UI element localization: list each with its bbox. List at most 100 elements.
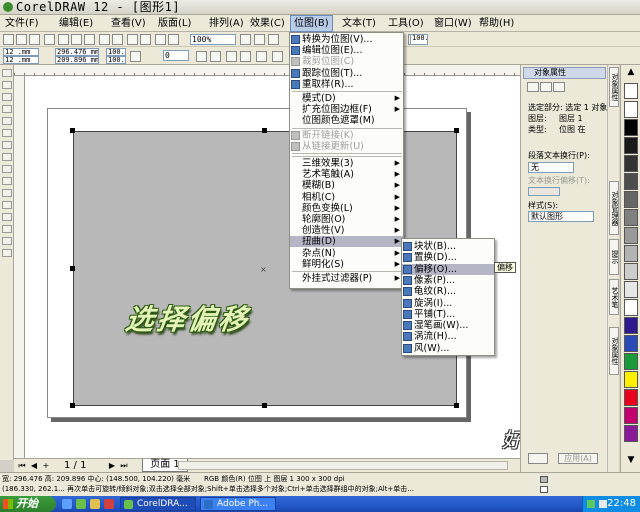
open-icon[interactable]: [16, 34, 27, 45]
distort-menu-item[interactable]: 像素(P)...: [402, 275, 494, 286]
wrap-paragraph-select[interactable]: 无: [528, 162, 574, 173]
outline-tool-icon[interactable]: [2, 225, 12, 233]
export-icon[interactable]: [140, 34, 151, 45]
bitmaps-menu-item[interactable]: 杂点(N) ▶: [290, 248, 403, 259]
bitmaps-menu-item[interactable]: 三维效果(3) ▶: [290, 158, 403, 169]
text-tool-icon[interactable]: [2, 189, 12, 197]
cut-icon[interactable]: [58, 34, 69, 45]
menu-help[interactable]: 帮助(H): [476, 15, 517, 32]
tray-volume-icon[interactable]: [599, 500, 607, 508]
redo-icon[interactable]: [112, 34, 123, 45]
rectangle-tool-icon[interactable]: [2, 141, 12, 149]
menu-arrange[interactable]: 排列(A): [206, 15, 247, 32]
palette-scroll-up-icon[interactable]: ▲: [624, 67, 638, 81]
start-button[interactable]: 开始: [0, 496, 56, 512]
scale-x-input[interactable]: 100.0: [106, 48, 126, 56]
freehand-tool-icon[interactable]: [2, 117, 12, 125]
apply-button[interactable]: 应用(A): [558, 453, 598, 464]
quicklaunch-corel-icon[interactable]: [76, 499, 86, 509]
color-swatch[interactable]: [624, 227, 638, 244]
prev-page-icon[interactable]: ◀: [30, 461, 38, 470]
distort-menu-item[interactable]: 湿笔画(W)...: [402, 320, 494, 331]
wrap-text-icon[interactable]: [256, 51, 267, 62]
height-input[interactable]: 209.896 mm: [55, 56, 99, 64]
distort-menu-item[interactable]: 风(W)...: [402, 343, 494, 354]
to-front-icon[interactable]: [272, 51, 283, 62]
docker-lock-icon[interactable]: [528, 453, 548, 464]
bitmaps-menu-item[interactable]: 鲜明化(S) ▶: [290, 259, 403, 270]
bitmaps-menu-item[interactable]: 位图颜色遮罩(M): [290, 115, 403, 126]
selection-handle-bottom-left[interactable]: [70, 403, 75, 408]
menu-layout[interactable]: 版面(L): [155, 15, 194, 32]
tab-object-properties[interactable]: 对象属性: [609, 67, 619, 107]
crop-tool-icon[interactable]: [2, 93, 12, 101]
bitmaps-menu-item[interactable]: 断开链接(K): [290, 130, 403, 141]
fill-indicator-icon[interactable]: [540, 476, 548, 483]
outline-tab-icon[interactable]: [540, 82, 552, 92]
horizontal-scrollbar[interactable]: [178, 461, 508, 470]
pick-tool-icon[interactable]: [2, 69, 12, 77]
bitmaps-menu-item[interactable]: 编辑位图(E)...: [290, 45, 403, 56]
bitmaps-menu-item[interactable]: 模式(D) ▶: [290, 93, 403, 104]
undo-icon[interactable]: [99, 34, 110, 45]
trace-bitmap-icon[interactable]: [240, 51, 251, 62]
wrap-offset-input[interactable]: [528, 187, 560, 196]
color-swatch[interactable]: [624, 389, 638, 406]
style-select[interactable]: 默认图形: [528, 211, 594, 222]
menu-bitmaps[interactable]: 位图(B): [290, 15, 333, 32]
add-page-icon[interactable]: +: [42, 461, 50, 470]
bitmaps-menu-item[interactable]: 转换为位图(V)...: [290, 34, 403, 45]
color-swatch[interactable]: [624, 245, 638, 262]
color-swatch[interactable]: [624, 299, 638, 316]
color-swatch[interactable]: [624, 281, 638, 298]
y-position-input[interactable]: 12 .mm: [3, 56, 39, 64]
menu-window[interactable]: 窗口(W): [431, 15, 475, 32]
import-icon[interactable]: [127, 34, 138, 45]
color-swatch[interactable]: [624, 119, 638, 136]
color-swatch[interactable]: [624, 353, 638, 370]
bitmaps-menu-item[interactable]: 重取样(R)...: [290, 79, 403, 90]
bitmaps-menu-item[interactable]: 外挂式过滤器(P) ▶: [290, 273, 403, 284]
distort-menu-item[interactable]: 涡流(H)...: [402, 331, 494, 342]
shape-tool-icon[interactable]: [2, 81, 12, 89]
color-swatch[interactable]: [624, 425, 638, 442]
selection-handle-top-left[interactable]: [70, 128, 75, 133]
tab-hints[interactable]: 提示: [609, 239, 619, 275]
color-swatch[interactable]: [624, 371, 638, 388]
taskbar-photoshop[interactable]: Adobe Ph...: [200, 497, 276, 511]
distort-menu-item[interactable]: 置换(D)...: [402, 252, 494, 263]
menu-edit[interactable]: 编辑(E): [56, 15, 96, 32]
no-color-swatch[interactable]: [624, 83, 638, 99]
selection-handle-bottom-right[interactable]: [454, 403, 459, 408]
menu-tools[interactable]: 工具(O): [385, 15, 427, 32]
color-swatch[interactable]: [624, 317, 638, 334]
outline-width-input[interactable]: 100.0: [410, 34, 428, 45]
bitmaps-menu-item[interactable]: 扭曲(D) ▶: [290, 236, 403, 248]
fill-tab-icon[interactable]: [527, 82, 539, 92]
scale-y-input[interactable]: 100.0: [106, 56, 126, 64]
copy-icon[interactable]: [71, 34, 82, 45]
outline-indicator-icon[interactable]: [540, 486, 548, 493]
color-swatch[interactable]: [624, 209, 638, 226]
width-input[interactable]: 296.476 mm: [55, 48, 99, 56]
selection-handle-top[interactable]: [262, 128, 267, 133]
interactive-fill-tool-icon[interactable]: [2, 249, 12, 257]
selection-handle-top-right[interactable]: [454, 128, 459, 133]
ellipse-tool-icon[interactable]: [2, 153, 12, 161]
vertical-ruler[interactable]: [14, 76, 25, 460]
smart-fill-tool-icon[interactable]: [2, 129, 12, 137]
launcher-icon[interactable]: [155, 34, 166, 45]
menu-file[interactable]: 文件(F): [2, 15, 42, 32]
tab-object-properties-2[interactable]: 对象属性: [609, 327, 619, 375]
mirror-vertical-icon[interactable]: [210, 51, 221, 62]
tab-object-manager[interactable]: 对象管理器: [609, 181, 619, 235]
zoom-tool-icon[interactable]: [2, 105, 12, 113]
color-swatch[interactable]: [624, 335, 638, 352]
bitmaps-menu-item[interactable]: 裁剪位图(C): [290, 56, 403, 67]
interactive-blend-tool-icon[interactable]: [2, 201, 12, 209]
rotation-input[interactable]: 0: [163, 50, 189, 61]
quicklaunch-ie-icon[interactable]: [62, 499, 72, 509]
selection-handle-left[interactable]: [70, 266, 75, 271]
paste-icon[interactable]: [84, 34, 95, 45]
horizontal-ruler[interactable]: [14, 65, 520, 76]
